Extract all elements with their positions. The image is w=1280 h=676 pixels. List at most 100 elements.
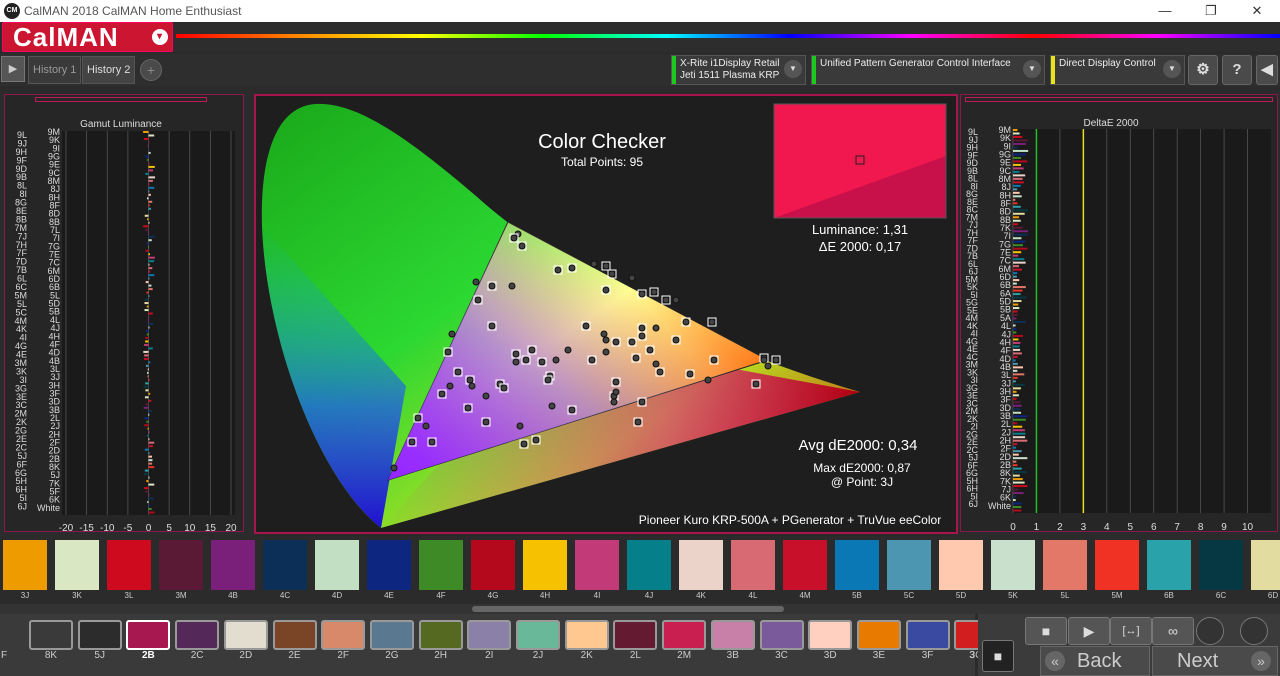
- color-swatch[interactable]: [783, 540, 827, 590]
- color-swatch[interactable]: [939, 540, 983, 590]
- nav-swatch[interactable]: [516, 620, 560, 650]
- color-swatch[interactable]: [3, 540, 47, 590]
- nav-swatch[interactable]: [321, 620, 366, 650]
- stop-large-icon[interactable]: ■: [982, 640, 1014, 672]
- color-swatch[interactable]: [1251, 540, 1280, 590]
- color-swatch[interactable]: [367, 540, 411, 590]
- stop-icon[interactable]: ■: [1025, 617, 1067, 645]
- calman-menu-button[interactable]: CalMAN ▾: [2, 22, 173, 52]
- maximize-button[interactable]: ❐: [1188, 0, 1234, 22]
- measured-point: [568, 406, 576, 414]
- record-icon[interactable]: [1196, 617, 1224, 645]
- play-icon[interactable]: ▶: [1, 56, 25, 82]
- color-swatch[interactable]: [419, 540, 463, 590]
- nav-swatch[interactable]: [77, 620, 122, 650]
- record-icon[interactable]: [1240, 617, 1268, 645]
- close-button[interactable]: ✕: [1234, 0, 1280, 22]
- color-swatch[interactable]: [159, 540, 203, 590]
- color-swatch[interactable]: [471, 540, 515, 590]
- luminance-bar: [148, 288, 153, 291]
- measured-point: [612, 378, 620, 386]
- luminance-bar: [148, 347, 153, 350]
- play-icon[interactable]: ▶: [1068, 617, 1110, 645]
- measured-point: [602, 286, 610, 294]
- tab-history-1[interactable]: History 1: [28, 56, 82, 84]
- nav-swatch[interactable]: [467, 620, 512, 650]
- nav-swatch[interactable]: [418, 620, 463, 650]
- nav-swatch[interactable]: [29, 620, 73, 650]
- color-swatch[interactable]: [523, 540, 567, 590]
- nav-swatch[interactable]: [856, 620, 901, 650]
- nav-swatch-label: 2M: [677, 650, 692, 661]
- swatch-label: 5C: [903, 591, 915, 600]
- color-swatch[interactable]: [679, 540, 723, 590]
- back-button[interactable]: « Back: [1040, 646, 1150, 676]
- color-swatch[interactable]: [211, 540, 255, 590]
- deltae-bar: [1013, 272, 1018, 275]
- deltae-bar: [1013, 184, 1021, 187]
- luminance-bar: [148, 221, 150, 224]
- color-swatch[interactable]: [731, 540, 775, 590]
- swatch-label: 4G: [487, 591, 499, 600]
- nav-swatch[interactable]: [223, 620, 268, 650]
- luminance-bar: [148, 169, 153, 172]
- color-swatch[interactable]: [1095, 540, 1139, 590]
- pattern-generator-selector[interactable]: Unified Pattern Generator Control Interf…: [811, 55, 1045, 85]
- nav-swatch[interactable]: [272, 620, 317, 650]
- color-swatch[interactable]: [1043, 540, 1087, 590]
- row-label: 6J: [968, 499, 978, 509]
- loop-icon[interactable]: ∞: [1152, 617, 1194, 645]
- color-swatch[interactable]: [55, 540, 99, 590]
- luminance-bar: [144, 448, 149, 451]
- luminance-bar: [148, 232, 150, 235]
- x-tick-label: 0: [146, 523, 152, 531]
- luminance-bar: [144, 309, 149, 312]
- nav-swatch[interactable]: [808, 620, 853, 650]
- measured-point: [628, 338, 636, 346]
- luminance-bar: [144, 343, 149, 346]
- luminance-bar: [148, 165, 155, 168]
- color-swatch[interactable]: [107, 540, 151, 590]
- nav-swatch[interactable]: [905, 620, 950, 650]
- measured-point: [672, 336, 680, 344]
- deltae-bar: [1013, 341, 1021, 344]
- nav-swatch[interactable]: [710, 620, 755, 650]
- nav-swatch[interactable]: [175, 620, 220, 650]
- color-swatch[interactable]: [315, 540, 359, 590]
- color-swatch[interactable]: [835, 540, 879, 590]
- nav-swatch[interactable]: [662, 620, 707, 650]
- measured-point: [488, 282, 496, 290]
- scrollbar-thumb[interactable]: [472, 606, 784, 612]
- collapse-panel-button[interactable]: ◀: [1256, 55, 1278, 85]
- measured-point: [548, 402, 556, 410]
- help-button[interactable]: ?: [1222, 55, 1252, 85]
- next-button[interactable]: Next »: [1152, 646, 1278, 676]
- color-swatch[interactable]: [887, 540, 931, 590]
- luminance-bar: [148, 326, 150, 329]
- minimize-button[interactable]: —: [1142, 0, 1188, 22]
- deltae-bar: [1013, 132, 1020, 135]
- deltae-bar: [1013, 436, 1026, 439]
- deltae-bar: [1013, 492, 1024, 495]
- nav-swatch[interactable]: [759, 620, 804, 650]
- color-swatch[interactable]: [1199, 540, 1243, 590]
- display-control-selector[interactable]: Direct Display Control ▼: [1050, 55, 1185, 85]
- meter-device-selector[interactable]: X-Rite i1Display Retail Jeti 1511 Plasma …: [671, 55, 806, 85]
- nav-swatch[interactable]: [564, 620, 609, 650]
- nav-swatch[interactable]: [613, 620, 658, 650]
- color-swatch[interactable]: [1147, 540, 1191, 590]
- gear-icon[interactable]: ⚙: [1188, 55, 1218, 85]
- color-swatch[interactable]: [991, 540, 1035, 590]
- expand-icon[interactable]: [↔]: [1110, 617, 1152, 645]
- measured-point: [544, 376, 552, 384]
- nav-swatch[interactable]: [126, 620, 171, 650]
- color-swatch[interactable]: [575, 540, 619, 590]
- add-tab-button[interactable]: +: [140, 59, 162, 81]
- deltae-bar: [1013, 390, 1017, 393]
- color-swatch[interactable]: [627, 540, 671, 590]
- horizontal-scrollbar[interactable]: [0, 604, 1280, 614]
- nav-swatch[interactable]: [369, 620, 414, 650]
- color-swatch[interactable]: [263, 540, 307, 590]
- tab-history-2[interactable]: History 2: [82, 56, 136, 84]
- nav-swatch-label: 2I: [485, 650, 494, 661]
